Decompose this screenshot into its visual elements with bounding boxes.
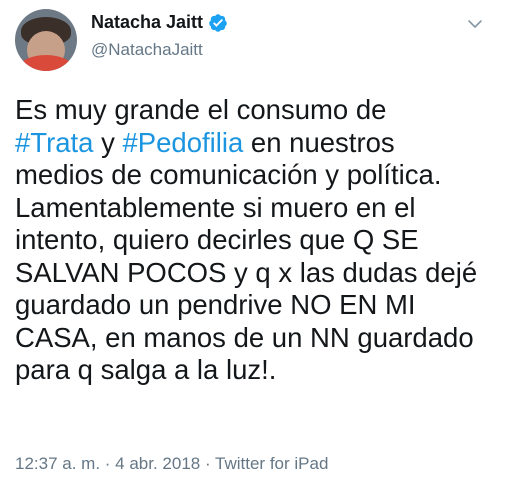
verified-badge-icon (209, 13, 227, 32)
display-name[interactable]: Natacha Jaitt (91, 12, 203, 33)
tweet-text-line: para q salga a la luz!. (15, 354, 277, 385)
tweet-text-line: Es muy grande el consumo de (15, 94, 387, 125)
author-name-row: Natacha Jaitt (91, 12, 228, 33)
tweet-timestamp[interactable]: 12:37 a. m. · 4 abr. 2018 · Twitter for … (15, 454, 328, 474)
tweet-text-line: guardado un pendrive NO EN MI (15, 289, 416, 320)
tweet-text: Es muy grande el consumo de #Trata y #Pe… (15, 94, 499, 387)
author-handle[interactable]: @NatachaJaitt (91, 40, 203, 60)
hashtag-link[interactable]: #Pedofilia (123, 127, 244, 158)
tweet-card: Natacha Jaitt @NatachaJaitt Es muy grand… (0, 0, 505, 484)
tweet-text-line: intento, quiero decirles que Q SE (15, 224, 419, 255)
tweet-text-line: #Trata y #Pedofilia en nuestros (15, 127, 499, 160)
hashtag-link[interactable]: #Trata (15, 127, 93, 158)
tweet-text-fragment: y (93, 126, 123, 158)
chevron-down-icon[interactable] (467, 16, 483, 32)
tweet-text-line: medios de comunicación y política. (15, 159, 442, 190)
tweet-text-line: SALVAN POCOS y q x las dudas dejé (15, 256, 478, 288)
avatar-shirt (19, 55, 73, 71)
tweet-text-fragment: en nuestros (243, 126, 395, 158)
tweet-text-line: Lamentablemente si muero en el (15, 191, 416, 223)
tweet-text-line: CASA, en manos de un NN guardado (15, 321, 474, 353)
avatar[interactable] (15, 9, 77, 71)
